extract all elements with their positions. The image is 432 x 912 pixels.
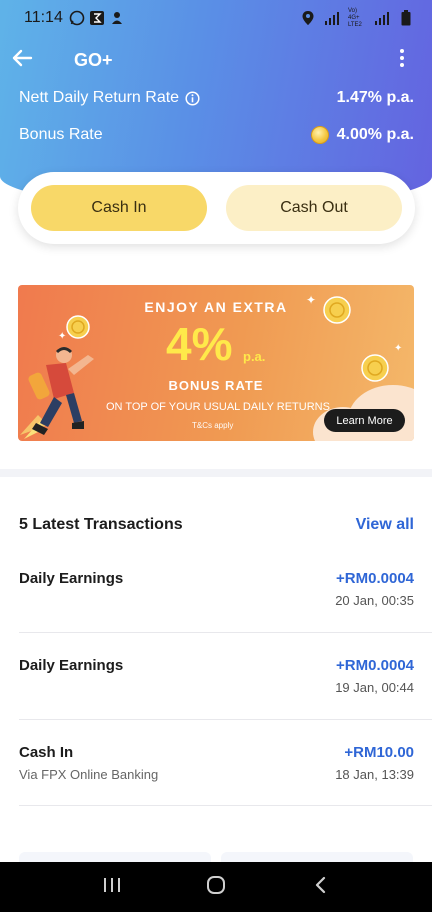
- whatsapp-icon: [69, 10, 85, 26]
- cash-out-button[interactable]: Cash Out: [226, 185, 402, 231]
- mascot-notification-icon: [109, 10, 125, 26]
- coin-decoration-icon: [66, 315, 90, 344]
- transaction-row[interactable]: Daily Earnings +RM0.0004 20 Jan, 00:35: [19, 566, 414, 636]
- transaction-date: 19 Jan, 00:44: [335, 680, 414, 695]
- promo-terms: T&Cs apply: [192, 421, 234, 430]
- transaction-date: 20 Jan, 00:35: [335, 593, 414, 608]
- coin-icon: [310, 126, 329, 144]
- nett-rate-value: 1.47% p.a.: [336, 89, 414, 106]
- section-divider: [0, 469, 432, 477]
- page-title: GO+: [74, 49, 113, 70]
- transaction-name: Daily Earnings: [19, 657, 124, 674]
- app-bar: GO+: [0, 40, 432, 80]
- transaction-amount: +RM10.00: [344, 744, 414, 761]
- transaction-name: Cash In: [19, 744, 74, 761]
- nett-rate-label: Nett Daily Return Rate: [19, 89, 180, 106]
- more-vertical-icon: [399, 48, 405, 73]
- back-button[interactable]: [2, 40, 42, 80]
- learn-more-button[interactable]: Learn More: [324, 409, 405, 432]
- status-time: 11:14: [24, 9, 63, 26]
- back-chevron-icon: [313, 876, 327, 899]
- sparkle-icon-2: ✦: [58, 331, 67, 342]
- view-all-link[interactable]: View all: [356, 516, 414, 534]
- promo-subheadline: BONUS RATE: [168, 378, 264, 393]
- transaction-name: Daily Earnings: [19, 570, 124, 587]
- home-icon: [206, 875, 226, 900]
- bonus-rate-label: Bonus Rate: [19, 126, 103, 143]
- status-bar: 11:14 Vo) 4G+ LTE2: [0, 0, 432, 36]
- transaction-amount: +RM0.0004: [336, 570, 414, 587]
- promo-banner[interactable]: ✦ ✦ ✦ ENJOY AN EXTRA 4% p.a. BONUS RATE …: [18, 285, 414, 441]
- bonus-rate-row: Bonus Rate 4.00% p.a.: [19, 126, 414, 144]
- row-divider: [19, 632, 432, 633]
- recents-button[interactable]: [87, 867, 137, 907]
- app-notification-icon: [89, 10, 105, 26]
- transactions-title: 5 Latest Transactions: [19, 516, 183, 533]
- signal-icon: [324, 10, 340, 26]
- network-label: Vo) 4G+ LTE2: [348, 7, 362, 28]
- transaction-date: 18 Jan, 13:39: [335, 767, 414, 782]
- info-circle-icon[interactable]: [185, 90, 200, 106]
- promo-description: ON TOP OF YOUR USUAL DAILY RETURNS: [106, 401, 330, 413]
- battery-icon: [398, 10, 414, 26]
- location-icon: [300, 10, 316, 26]
- transaction-row[interactable]: Cash In Via FPX Online Banking +RM10.00 …: [19, 740, 414, 810]
- bonus-rate-value: 4.00% p.a.: [336, 126, 414, 143]
- transactions-header: 5 Latest Transactions View all: [19, 516, 414, 534]
- system-nav-bar: [0, 862, 432, 912]
- system-back-button[interactable]: [295, 867, 345, 907]
- arrow-left-icon: [11, 47, 33, 74]
- signal-icon-2: [374, 10, 390, 26]
- promo-pa: p.a.: [243, 349, 266, 364]
- transaction-row[interactable]: Daily Earnings +RM0.0004 19 Jan, 00:44: [19, 653, 414, 723]
- cash-in-button[interactable]: Cash In: [31, 185, 207, 231]
- promo-headline: ENJOY AN EXTRA: [144, 299, 288, 315]
- transaction-amount: +RM0.0004: [336, 657, 414, 674]
- row-divider: [19, 719, 432, 720]
- nett-rate-row: Nett Daily Return Rate 1.47% p.a.: [19, 89, 414, 107]
- recents-icon: [103, 877, 121, 898]
- promo-percentage: 4%: [166, 318, 233, 370]
- row-divider: [19, 805, 432, 806]
- more-options-button[interactable]: [384, 42, 420, 78]
- cash-action-card: Cash In Cash Out: [18, 172, 415, 244]
- transaction-sub: Via FPX Online Banking: [19, 767, 159, 782]
- home-button[interactable]: [191, 867, 241, 907]
- sparkle-icon-3: ✦: [394, 343, 403, 354]
